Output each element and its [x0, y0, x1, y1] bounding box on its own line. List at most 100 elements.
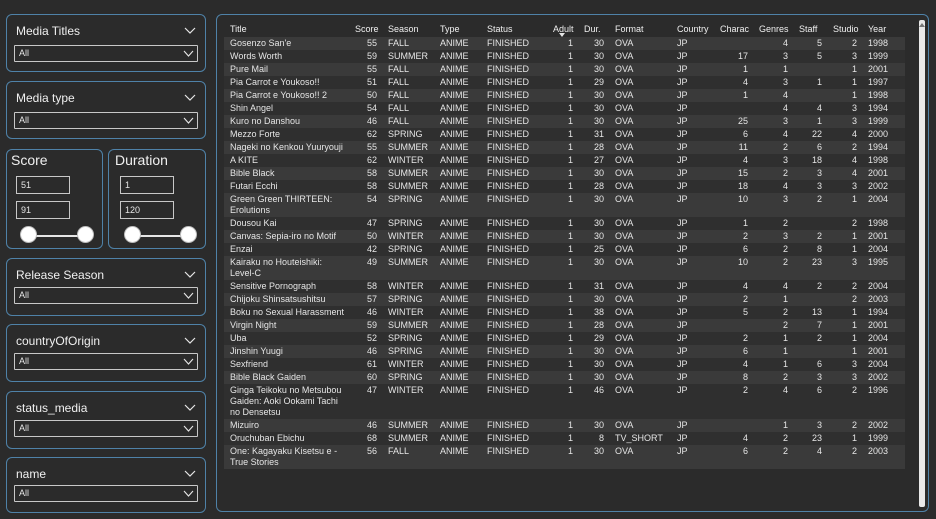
media-titles-dropdown[interactable]: All — [14, 45, 198, 62]
release-season-dropdown[interactable]: All — [14, 287, 198, 304]
chevron-down-icon — [183, 117, 194, 124]
table-row[interactable]: Bible Black Gaiden 60 SPRING ANIME FINISHED 1… — [224, 371, 905, 384]
table-row[interactable]: Uba 52 SPRING ANIME FINISHED 1 29 OVA JP 2 1 2 1 2004 — [224, 332, 905, 345]
column-header-status[interactable]: Status — [481, 20, 547, 37]
duration-slider-min-handle[interactable] — [124, 226, 141, 243]
column-header-genres[interactable]: Genres — [753, 20, 793, 37]
country-of-origin-dropdown[interactable]: All — [14, 353, 198, 370]
column-header-type[interactable]: Type — [434, 20, 481, 37]
table-row[interactable]: Sensitive Pornograph 58 WINTER ANIME FINISHE… — [224, 280, 905, 293]
table-row[interactable]: Canvas: Sepia-iro no Motif 50 WINTER ANIME F… — [224, 230, 905, 243]
table-row[interactable]: Mizuiro 46 SUMMER ANIME FINISHED 1 30 OVA JP 1 3 2 2… — [224, 419, 905, 432]
score-slider-max-handle[interactable] — [77, 226, 94, 243]
name-dropdown[interactable]: All — [14, 485, 198, 502]
table-row[interactable]: Pia Carrot e Youkoso!! 51 FALL ANIME FINISHE… — [224, 76, 905, 89]
table-row[interactable]: One: Kagayaku Kisetsu e - True Stories 56… — [224, 445, 905, 469]
table-row[interactable]: Words Worth 59 SUMMER ANIME FINISHED 1 30 OVA JP… — [224, 50, 905, 63]
chevron-down-icon[interactable] — [184, 93, 196, 103]
column-header-season[interactable]: Season — [382, 20, 434, 37]
vertical-scrollbar[interactable] — [919, 20, 925, 507]
column-header-score[interactable]: Score — [349, 20, 382, 37]
cell-title: Pia Carrot e Youkoso!! — [224, 76, 349, 89]
table-row[interactable]: Ginga Teikoku no Metsubou Gaiden: Aoki O… — [224, 384, 905, 419]
table-row[interactable]: Mezzo Forte 62 SPRING ANIME FINISHED 1 31 OVA JP… — [224, 128, 905, 141]
table-row[interactable]: Sexfriend 61 WINTER ANIME FINISHED 1 30 OVA JP 4 1… — [224, 358, 905, 371]
cell-status: FINISHED — [481, 102, 547, 115]
duration-min-input[interactable]: 1 — [120, 176, 174, 194]
cell-score: 51 — [349, 76, 382, 89]
cell-staff: 1 — [793, 76, 827, 89]
table-row[interactable]: Pia Carrot e Youkoso!! 2 50 FALL ANIME FINIS… — [224, 89, 905, 102]
table-row[interactable]: Green Green THIRTEEN: Erolutions 54 SPRING… — [224, 193, 905, 217]
column-header-format[interactable]: Format — [609, 20, 671, 37]
cell-charac: 2 — [714, 332, 753, 345]
column-header-charac[interactable]: Charac — [714, 20, 753, 37]
table-row[interactable]: Futari Ecchi 58 SUMMER ANIME FINISHED 1 28 OVA J… — [224, 180, 905, 193]
table-row[interactable]: Boku no Sexual Harassment 46 WINTER ANIME FI… — [224, 306, 905, 319]
cell-season: SPRING — [382, 128, 434, 141]
cell-status: FINISHED — [481, 167, 547, 180]
cell-score: 57 — [349, 293, 382, 306]
cell-adult: 1 — [547, 63, 578, 76]
cell-format: TV_SHORT — [609, 432, 671, 445]
table-row[interactable]: Shin Angel 54 FALL ANIME FINISHED 1 30 OVA JP 4 4 3… — [224, 102, 905, 115]
table-row[interactable]: Nageki no Kenkou Yuuryouji 55 SUMMER ANIME F… — [224, 141, 905, 154]
cell-format: OVA — [609, 319, 671, 332]
table-body: Gosenzo San'e 55 FALL ANIME FINISHED 1 30 OVA JP… — [224, 37, 905, 469]
cell-status: FINISHED — [481, 293, 547, 306]
status-media-dropdown[interactable]: All — [14, 420, 198, 437]
cell-format: OVA — [609, 345, 671, 358]
dropdown-value: All — [19, 488, 30, 498]
cell-status: FINISHED — [481, 50, 547, 63]
cell-country: JP — [671, 358, 714, 371]
table-row[interactable]: Enzai 42 SPRING ANIME FINISHED 1 25 OVA JP 6 2 8 1 20… — [224, 243, 905, 256]
cell-country: JP — [671, 445, 714, 469]
column-header-studio[interactable]: Studio — [827, 20, 862, 37]
cell-dur: 30 — [578, 345, 609, 358]
table-row[interactable]: Chijoku Shinsatsushitsu 57 SPRING ANIME FINI… — [224, 293, 905, 306]
scroll-up-arrow-icon[interactable] — [919, 23, 925, 27]
chevron-down-icon[interactable] — [184, 403, 196, 413]
slicer-title: Release Season — [16, 268, 105, 282]
column-header-country[interactable]: Country — [671, 20, 714, 37]
score-min-input[interactable]: 51 — [16, 176, 70, 194]
duration-filter-title: Duration — [115, 152, 168, 168]
cell-genres: 4 — [753, 180, 793, 193]
table-row[interactable]: Bible Black 58 SUMMER ANIME FINISHED 1 30 OVA JP… — [224, 167, 905, 180]
table-row[interactable]: Dousou Kai 47 SPRING ANIME FINISHED 1 30 OVA JP 1… — [224, 217, 905, 230]
score-max-input[interactable]: 91 — [16, 201, 70, 219]
score-slider-min-handle[interactable] — [20, 226, 37, 243]
table-row[interactable]: Pure Mail 55 FALL ANIME FINISHED 1 30 OVA JP 1 1 1 2… — [224, 63, 905, 76]
cell-adult: 1 — [547, 102, 578, 115]
cell-adult: 1 — [547, 306, 578, 319]
cell-year: 1999 — [862, 115, 905, 128]
cell-season: SPRING — [382, 345, 434, 358]
cell-staff: 6 — [793, 141, 827, 154]
cell-charac: 4 — [714, 76, 753, 89]
duration-max-input[interactable]: 120 — [120, 201, 174, 219]
table-row[interactable]: Virgin Night 59 SUMMER ANIME FINISHED 1 28 OVA J… — [224, 319, 905, 332]
chevron-down-icon[interactable] — [184, 469, 196, 479]
column-header-dur[interactable]: Dur. — [578, 20, 609, 37]
table-row[interactable]: Kuro no Danshou 46 FALL ANIME FINISHED 1 30 OVA… — [224, 115, 905, 128]
table-row[interactable]: Gosenzo San'e 55 FALL ANIME FINISHED 1 30 OVA JP… — [224, 37, 905, 50]
chevron-down-icon[interactable] — [184, 270, 196, 280]
cell-adult: 1 — [547, 243, 578, 256]
media-type-dropdown[interactable]: All — [14, 112, 198, 129]
cell-studio: 3 — [827, 180, 862, 193]
table-row[interactable]: Oruchuban Ebichu 68 SUMMER ANIME FINISHED 1 8 T… — [224, 432, 905, 445]
table-row[interactable]: Jinshin Yuugi 46 SPRING ANIME FINISHED 1 30 OVA… — [224, 345, 905, 358]
chevron-down-icon[interactable] — [184, 26, 196, 36]
table-row[interactable]: Kairaku no Houteishiki: Level-C 49 SUMMER A… — [224, 256, 905, 280]
cell-genres: 2 — [753, 141, 793, 154]
column-header-year[interactable]: Year — [862, 20, 905, 37]
column-header-staff[interactable]: Staff — [793, 20, 827, 37]
column-header-adult[interactable]: Adult — [547, 20, 578, 37]
cell-studio: 4 — [827, 154, 862, 167]
table-row[interactable]: A KITE 62 WINTER ANIME FINISHED 1 27 OVA JP 4 3 18 4… — [224, 154, 905, 167]
cell-season: FALL — [382, 37, 434, 50]
cell-staff: 5 — [793, 37, 827, 50]
column-header-title[interactable]: Title — [224, 20, 349, 37]
chevron-down-icon[interactable] — [184, 336, 196, 346]
duration-slider-max-handle[interactable] — [180, 226, 197, 243]
